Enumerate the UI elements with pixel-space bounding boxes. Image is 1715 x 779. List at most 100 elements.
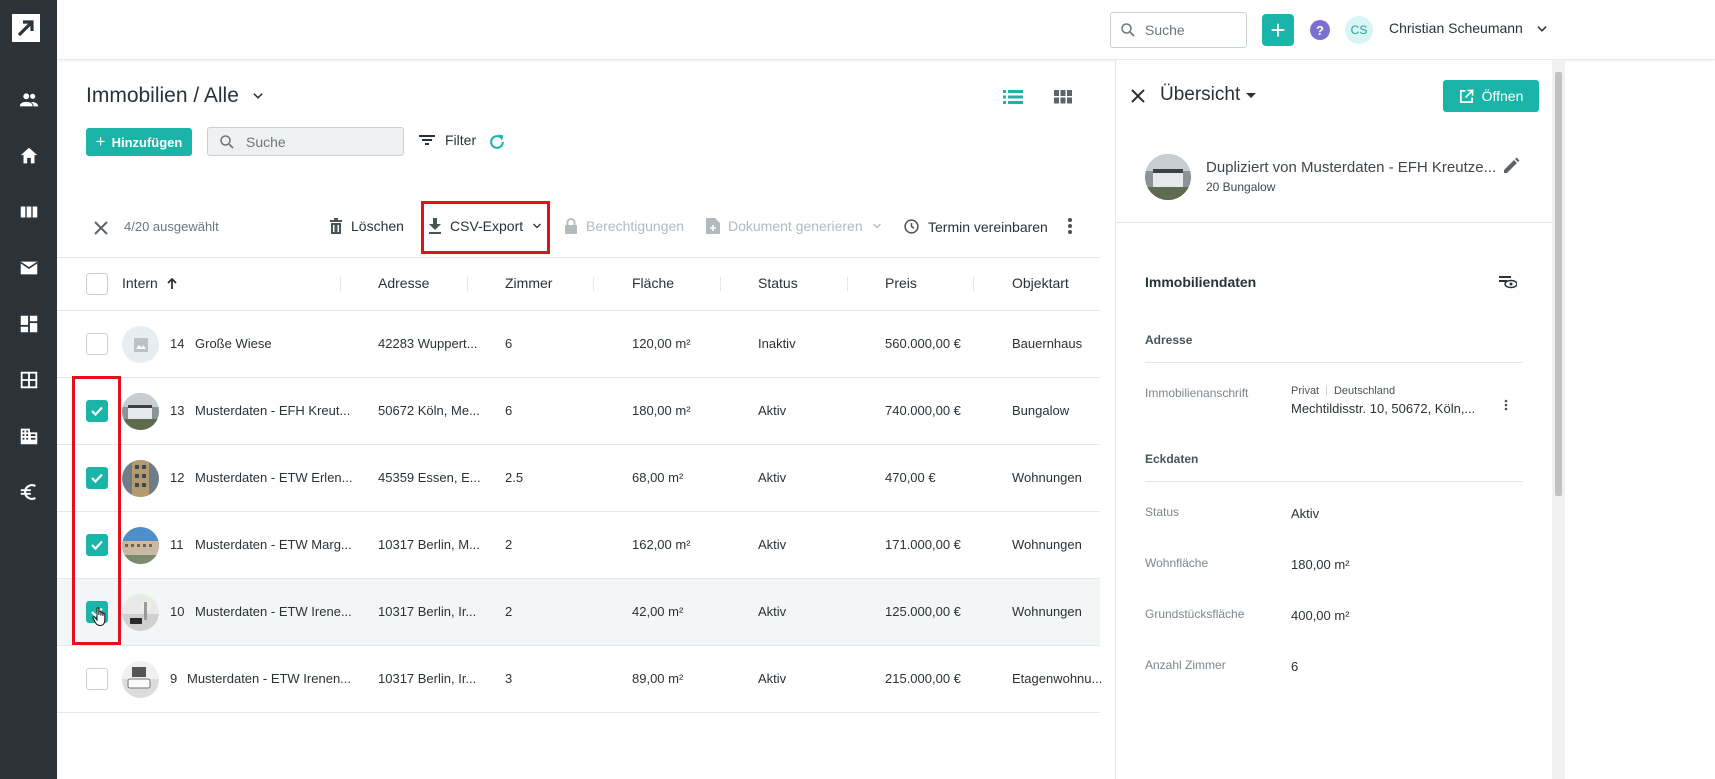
address-value: Mechtildisstr. 10, 50672, Köln,... <box>1291 401 1476 416</box>
column-header-price[interactable]: Preis <box>885 275 917 291</box>
bulk-action-bar: 4/20 ausgewählt Löschen CSV-Export Berec… <box>57 200 1100 258</box>
visibility-settings-icon[interactable] <box>1499 275 1518 294</box>
generate-document-button[interactable]: Dokument generieren <box>706 218 883 234</box>
column-header-area[interactable]: Fläche <box>632 275 674 291</box>
row-name: Musterdaten - EFH Kreut... <box>195 403 351 418</box>
row-id: 13 <box>170 403 185 418</box>
delete-button[interactable]: Löschen <box>329 218 404 234</box>
table-row[interactable]: 9 Musterdaten - ETW Irenen... 10317 Berl… <box>57 646 1102 713</box>
avatar[interactable]: CS <box>1345 16 1373 44</box>
row-status: Aktiv <box>758 604 787 619</box>
row-price: 125.000,00 € <box>885 604 961 619</box>
detail-title-text: Übersicht <box>1160 84 1241 105</box>
side-nav <box>0 0 57 779</box>
filter-icon <box>419 135 435 145</box>
column-header-intern[interactable]: Intern <box>122 275 178 291</box>
field-label: Status <box>1145 505 1180 519</box>
row-checkbox[interactable] <box>86 668 108 690</box>
column-separator[interactable] <box>847 277 848 291</box>
list-view-icon[interactable] <box>1003 88 1023 111</box>
chevron-down-icon[interactable] <box>1535 22 1549 41</box>
address-label: Immobilienanschrift <box>1145 386 1249 400</box>
euro-icon[interactable] <box>0 472 57 512</box>
field-label: Grundstücksfläche <box>1145 607 1245 621</box>
page-title[interactable]: Immobilien / Alle <box>86 84 265 108</box>
row-price: 215.000,00 € <box>885 671 961 686</box>
list-search-input[interactable]: Suche <box>207 127 404 156</box>
row-status: Aktiv <box>758 537 787 552</box>
filter-button[interactable]: Filter <box>419 132 476 148</box>
row-address: 50672 Köln, Me... <box>378 403 480 418</box>
add-button-label: Hinzufügen <box>111 134 183 150</box>
row-rooms: 3 <box>505 671 513 686</box>
close-icon[interactable] <box>93 220 109 241</box>
building-icon[interactable] <box>0 416 57 456</box>
table-row[interactable]: 14 Große Wiese 42283 Wuppert... 6 120,00… <box>57 311 1100 378</box>
column-header-intern-label: Intern <box>122 275 158 291</box>
schedule-appointment-label: Termin vereinbaren <box>928 218 1048 235</box>
field-label: Anzahl Zimmer <box>1145 658 1226 672</box>
chevron-down-icon <box>253 93 263 99</box>
add-button[interactable]: + Hinzufügen <box>86 128 192 156</box>
row-area: 180,00 m² <box>632 403 691 418</box>
column-separator[interactable] <box>720 277 721 291</box>
user-name[interactable]: Christian Scheumann <box>1389 20 1523 36</box>
column-separator[interactable] <box>340 277 341 291</box>
refresh-icon[interactable] <box>487 132 507 157</box>
column-header-type[interactable]: Objektart <box>1012 275 1069 291</box>
dashboard-icon[interactable] <box>0 304 57 344</box>
detail-title[interactable]: Übersicht <box>1160 84 1257 106</box>
row-type: Wohnungen <box>1012 470 1082 485</box>
row-id: 11 <box>170 537 184 552</box>
scrollbar-thumb[interactable] <box>1555 72 1562 496</box>
global-search-placeholder: Suche <box>1145 22 1185 38</box>
row-name: Musterdaten - ETW Erlen... <box>195 470 353 485</box>
schedule-appointment-button[interactable]: Termin vereinbaren <box>903 218 1048 235</box>
row-status: Aktiv <box>758 671 787 686</box>
column-header-status[interactable]: Status <box>758 275 798 291</box>
more-vert-icon[interactable] <box>1067 216 1073 236</box>
grid-view-icon[interactable] <box>1054 88 1072 111</box>
mail-icon[interactable] <box>0 248 57 288</box>
caret-down-icon <box>1246 93 1257 98</box>
row-address: 45359 Essen, E... <box>378 470 481 485</box>
column-header-address[interactable]: Adresse <box>378 275 429 291</box>
table-header: Intern Adresse Zimmer Fläche Status Prei… <box>57 258 1100 311</box>
open-button-label: Öffnen <box>1481 88 1524 104</box>
open-button[interactable]: Öffnen <box>1443 80 1539 112</box>
address-tag: Deutschland <box>1333 385 1396 397</box>
table-row[interactable]: 12 Musterdaten - ETW Erlen... 45359 Esse… <box>57 445 1100 512</box>
search-icon <box>1121 23 1135 37</box>
app-logo[interactable] <box>12 14 40 42</box>
row-type: Bauernhaus <box>1012 336 1083 351</box>
people-icon[interactable] <box>0 80 57 120</box>
view-columns-icon[interactable] <box>0 192 57 232</box>
close-icon[interactable] <box>1130 88 1146 109</box>
select-all-checkbox[interactable] <box>86 273 108 295</box>
help-icon[interactable]: ? <box>1310 20 1330 40</box>
field-label: Wohnfläche <box>1145 556 1209 570</box>
field-value: 6 <box>1291 659 1299 674</box>
detail-panel: Übersicht Öffnen Dupliziert von Musterda… <box>1115 60 1553 779</box>
home-icon[interactable] <box>0 136 57 176</box>
permissions-button[interactable]: Berechtigungen <box>564 218 684 234</box>
column-separator[interactable] <box>467 277 468 291</box>
row-price: 470,00 € <box>885 470 936 485</box>
column-separator[interactable] <box>973 277 974 291</box>
address-tags: Privat | Deutschland <box>1291 385 1395 397</box>
grid-icon[interactable] <box>0 360 57 400</box>
column-separator[interactable] <box>593 277 594 291</box>
more-vert-icon[interactable] <box>1504 398 1508 416</box>
row-name: Musterdaten - ETW Marg... <box>195 537 352 552</box>
scrollbar[interactable] <box>1552 60 1565 779</box>
global-search-input[interactable]: Suche <box>1110 12 1247 48</box>
table-row[interactable]: 10 Musterdaten - ETW Irene... 10317 Berl… <box>57 579 1100 646</box>
edit-icon[interactable] <box>1502 157 1520 180</box>
global-add-button[interactable]: + <box>1262 14 1294 46</box>
table-row[interactable]: 13 Musterdaten - EFH Kreut... 50672 Köln… <box>57 378 1100 445</box>
table-row[interactable]: 11 Musterdaten - ETW Marg... 10317 Berli… <box>57 512 1100 579</box>
column-header-rooms[interactable]: Zimmer <box>505 275 552 291</box>
field-value: 400,00 m² <box>1291 608 1350 623</box>
row-checkbox[interactable] <box>86 333 108 355</box>
filter-label: Filter <box>445 132 477 148</box>
